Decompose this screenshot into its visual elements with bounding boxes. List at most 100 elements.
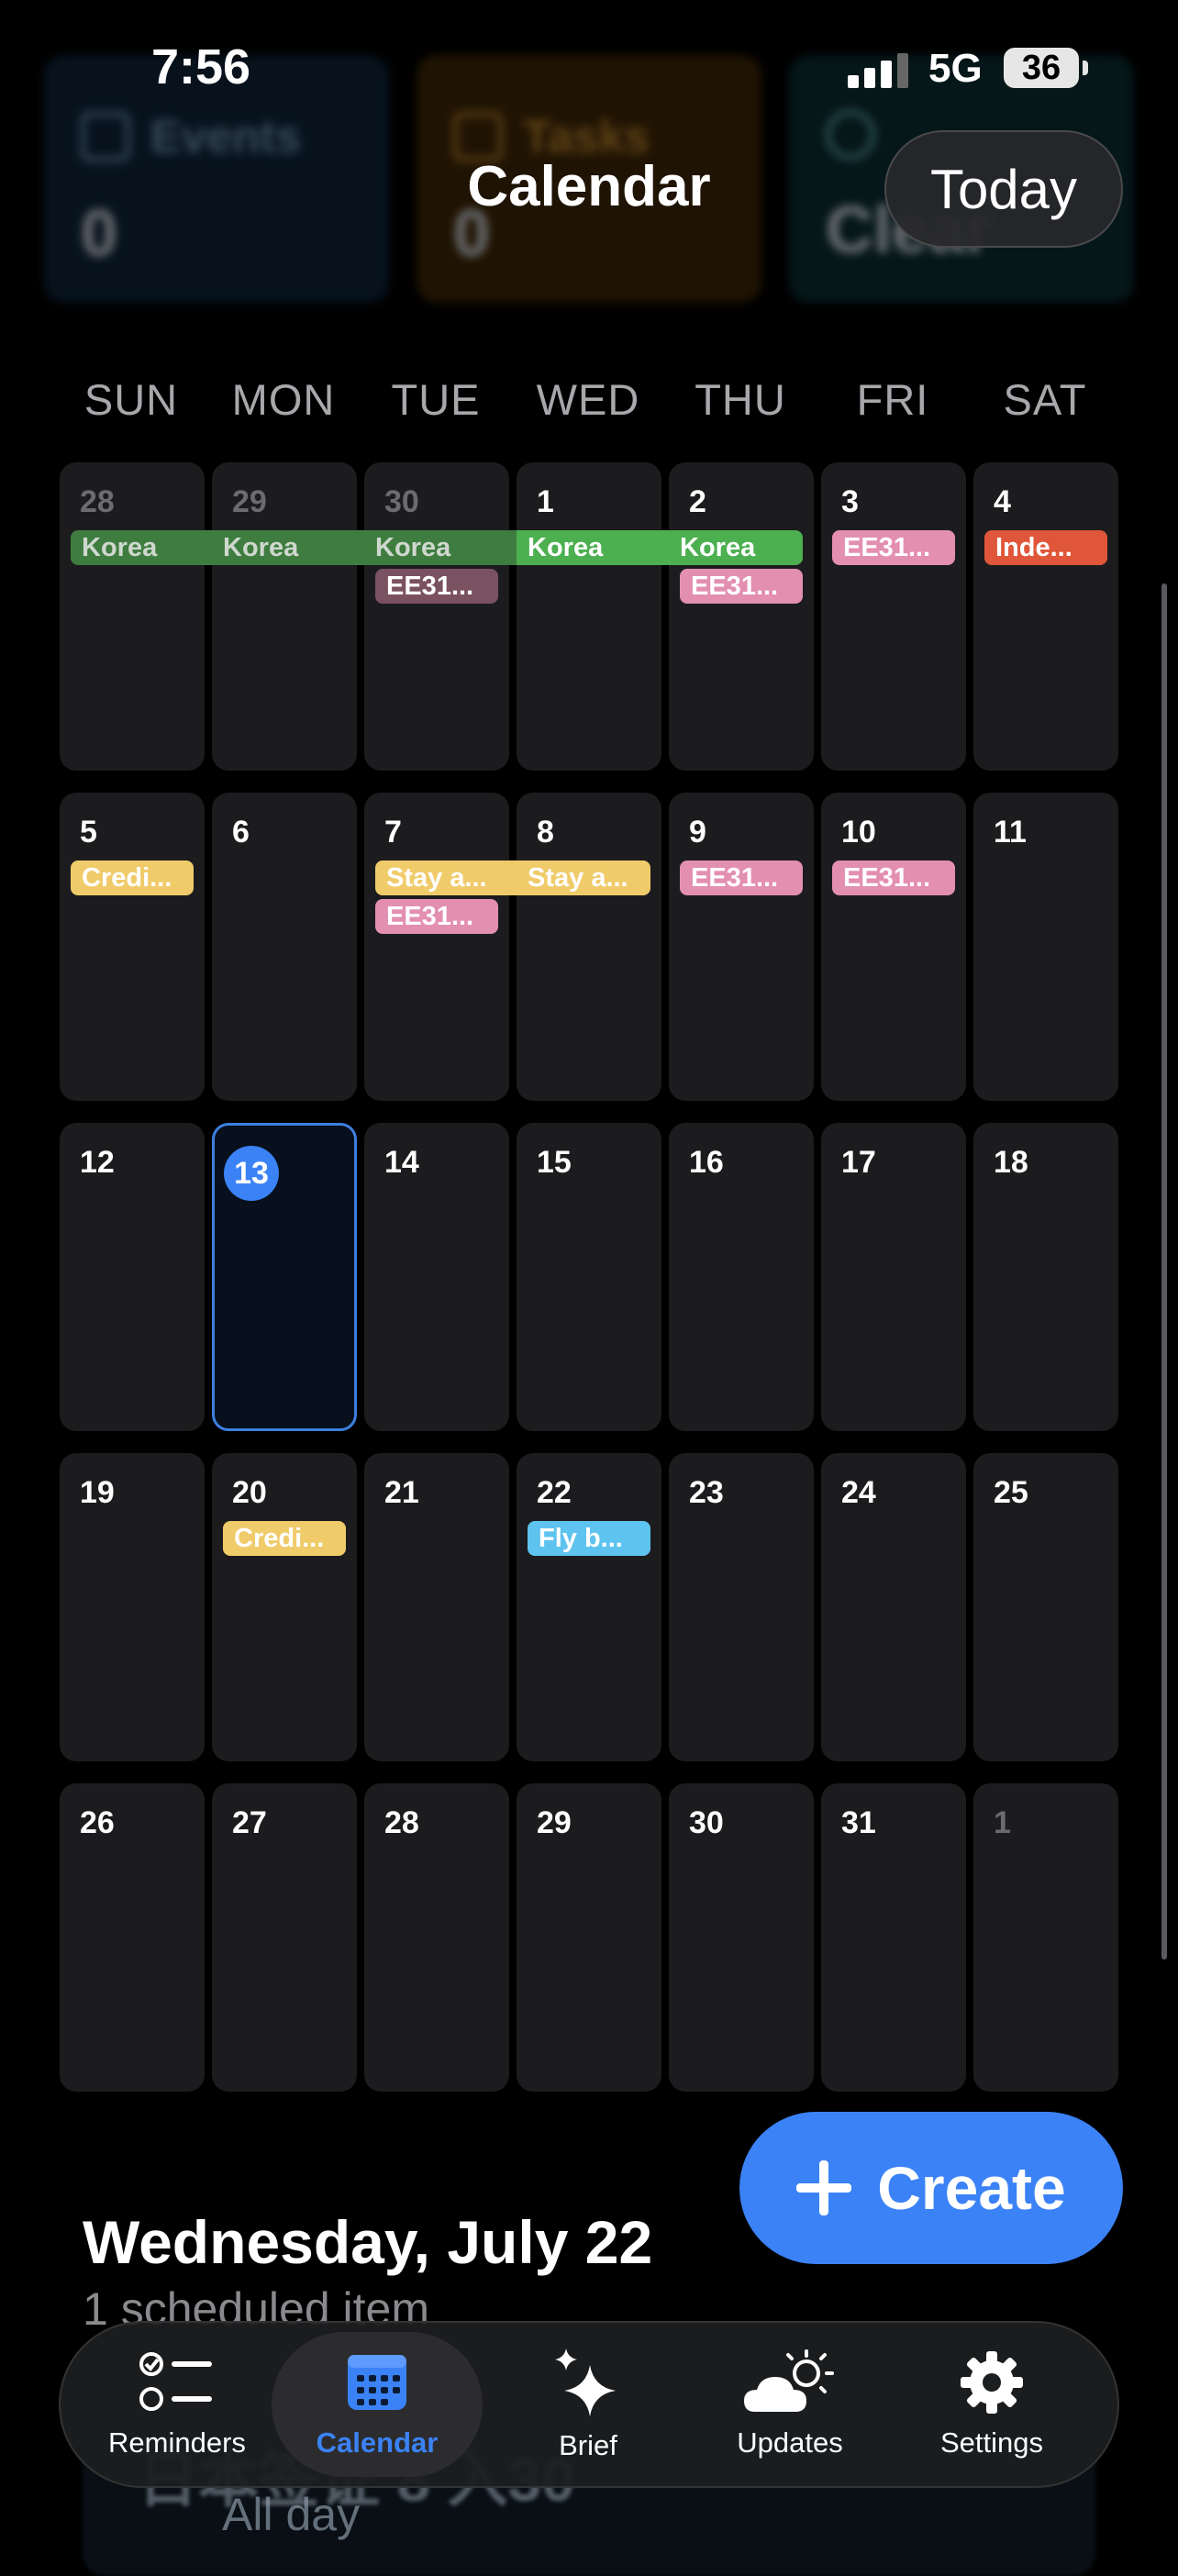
- day-number: 16: [689, 1145, 724, 1180]
- calendar-day[interactable]: 15: [517, 1123, 661, 1431]
- calendar-day[interactable]: 29: [212, 462, 357, 771]
- day-number: 30: [689, 1805, 724, 1840]
- tab-bar: Reminders Calendar Brief Updates Setting…: [59, 2321, 1119, 2488]
- weekday-label: TUE: [391, 375, 481, 424]
- calendar-day[interactable]: 6: [212, 793, 357, 1101]
- day-number: 21: [384, 1475, 419, 1510]
- calendar-day[interactable]: 22: [517, 1453, 661, 1761]
- status-time: 7:56: [151, 39, 251, 94]
- day-number: 22: [537, 1475, 572, 1510]
- event-chip[interactable]: EE31...: [680, 569, 803, 604]
- event-chip[interactable]: Korea: [212, 530, 364, 565]
- day-number: 25: [994, 1475, 1028, 1510]
- event-chip[interactable]: Korea: [517, 530, 669, 565]
- status-bar: 7:56 5G 36: [0, 0, 1178, 138]
- calendar-grid-icon: [348, 2355, 406, 2410]
- day-number: 9: [689, 815, 706, 849]
- event-chip[interactable]: Korea: [71, 530, 212, 565]
- tab-label: Reminders: [108, 2426, 246, 2459]
- tab-updates[interactable]: Updates: [684, 2323, 895, 2486]
- calendar-day[interactable]: 31: [821, 1783, 966, 2092]
- calendar-day[interactable]: 14: [364, 1123, 509, 1431]
- tab-label: Updates: [737, 2426, 843, 2459]
- calendar-day[interactable]: 10: [821, 793, 966, 1101]
- calendar-day[interactable]: 24: [821, 1453, 966, 1761]
- sparkles-icon: [555, 2348, 616, 2416]
- calendar-day[interactable]: 30: [364, 462, 509, 771]
- plus-icon: [796, 2160, 852, 2215]
- weekday-header: SUN MON TUE WED THU FRI SAT: [60, 374, 1117, 429]
- calendar-day[interactable]: 27: [212, 1783, 357, 2092]
- reminders-list-icon: [139, 2352, 212, 2411]
- day-number: 30: [384, 484, 419, 519]
- calendar-day[interactable]: 4: [973, 462, 1118, 771]
- event-chip[interactable]: EE31...: [375, 899, 498, 934]
- summary-value: 0: [81, 197, 118, 271]
- calendar-day[interactable]: 3: [821, 462, 966, 771]
- battery-icon: 36: [1004, 48, 1079, 88]
- create-button[interactable]: Create: [739, 2112, 1123, 2264]
- weekday-label: THU: [695, 375, 786, 424]
- day-number: 28: [384, 1805, 419, 1840]
- calendar-day[interactable]: 7: [364, 793, 509, 1101]
- event-chip[interactable]: Korea: [364, 530, 517, 565]
- event-chip[interactable]: Stay a...: [517, 861, 650, 895]
- calendar-day[interactable]: 9: [669, 793, 814, 1101]
- event-chip[interactable]: EE31...: [375, 569, 498, 604]
- event-chip[interactable]: EE31...: [832, 530, 955, 565]
- event-chip[interactable]: Credi...: [71, 861, 194, 895]
- event-chip[interactable]: Fly b...: [528, 1521, 650, 1556]
- event-chip[interactable]: Credi...: [223, 1521, 346, 1556]
- calendar-day[interactable]: 5: [60, 793, 205, 1101]
- tab-reminders[interactable]: Reminders: [72, 2323, 283, 2486]
- day-number: 10: [841, 815, 876, 849]
- calendar-day[interactable]: 8: [517, 793, 661, 1101]
- calendar-day[interactable]: 28: [364, 1783, 509, 2092]
- event-chip[interactable]: Inde...: [984, 530, 1107, 565]
- day-number: 20: [232, 1475, 267, 1510]
- calendar-day[interactable]: 28: [60, 462, 205, 771]
- calendar-day[interactable]: 25: [973, 1453, 1118, 1761]
- day-number: 2: [689, 484, 706, 519]
- calendar-day[interactable]: 16: [669, 1123, 814, 1431]
- weekday-label: WED: [536, 375, 640, 424]
- calendar-day[interactable]: 18: [973, 1123, 1118, 1431]
- selected-day-title: Wednesday, July 22: [83, 2208, 653, 2276]
- gear-icon: [961, 2351, 1023, 2414]
- today-button[interactable]: Today: [884, 130, 1123, 248]
- calendar-day-today[interactable]: 13: [212, 1123, 357, 1431]
- calendar-day[interactable]: 2: [669, 462, 814, 771]
- event-chip[interactable]: Stay a...: [375, 861, 528, 895]
- day-number: 5: [80, 815, 97, 849]
- day-number: 12: [80, 1145, 115, 1180]
- day-number: 3: [841, 484, 859, 519]
- event-chip[interactable]: EE31...: [832, 861, 955, 895]
- calendar-day[interactable]: 30: [669, 1783, 814, 2092]
- calendar-day[interactable]: 11: [973, 793, 1118, 1101]
- day-number: 8: [537, 815, 554, 849]
- tab-settings[interactable]: Settings: [886, 2323, 1097, 2486]
- calendar-day[interactable]: 29: [517, 1783, 661, 2092]
- today-marker: 13: [224, 1146, 279, 1201]
- scrollbar[interactable]: [1161, 583, 1167, 1960]
- day-number: 1: [994, 1805, 1011, 1840]
- day-number: 7: [384, 815, 402, 849]
- tab-brief[interactable]: Brief: [483, 2323, 694, 2486]
- calendar-day[interactable]: 17: [821, 1123, 966, 1431]
- calendar-day[interactable]: 26: [60, 1783, 205, 2092]
- calendar-day[interactable]: 12: [60, 1123, 205, 1431]
- weekday-label: SUN: [83, 375, 179, 424]
- event-chip[interactable]: EE31...: [680, 861, 803, 895]
- day-number: 17: [841, 1145, 876, 1180]
- event-chip[interactable]: Korea: [669, 530, 803, 565]
- calendar-day[interactable]: 1: [973, 1783, 1118, 2092]
- calendar-day[interactable]: 21: [364, 1453, 509, 1761]
- cloud-sun-icon: [744, 2349, 834, 2412]
- calendar-day[interactable]: 1: [517, 462, 661, 771]
- day-number: 31: [841, 1805, 876, 1840]
- cellular-signal-icon: [848, 53, 908, 88]
- calendar-day[interactable]: 20: [212, 1453, 357, 1761]
- calendar-day[interactable]: 23: [669, 1453, 814, 1761]
- calendar-day[interactable]: 19: [60, 1453, 205, 1761]
- tab-calendar[interactable]: Calendar: [272, 2332, 483, 2477]
